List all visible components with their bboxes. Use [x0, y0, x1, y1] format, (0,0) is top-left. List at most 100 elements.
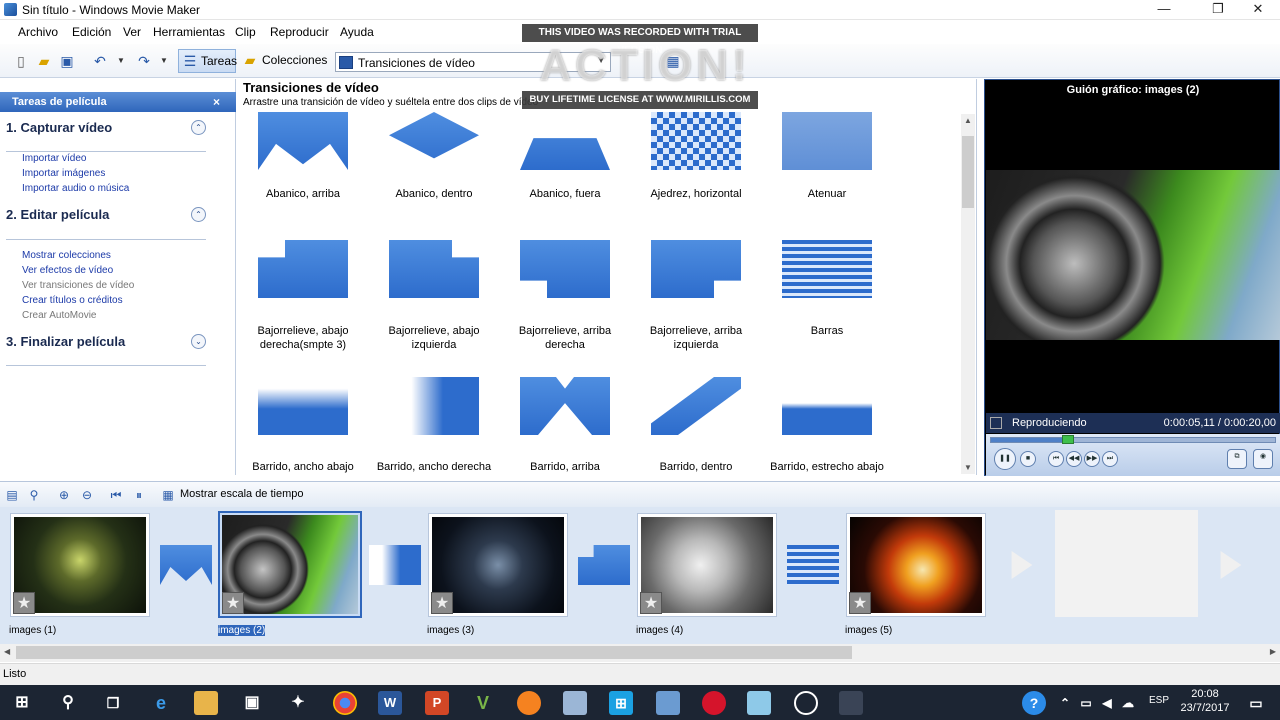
menu-reproducir[interactable]: Reproducir — [270, 25, 329, 39]
scroll-down-icon[interactable]: ▼ — [961, 463, 975, 472]
new-project-icon[interactable]: ▯ — [13, 53, 29, 69]
redo-dropdown-icon[interactable]: ▼ — [156, 53, 172, 69]
link-create-titles[interactable]: Crear títulos o créditos — [22, 295, 123, 306]
seek-thumb[interactable] — [1061, 435, 1074, 444]
rewind-storyboard-icon[interactable]: ⏮ — [109, 488, 123, 502]
horizontal-scrollbar[interactable]: ◀ ▶ — [0, 644, 1280, 662]
movie-maker-taskbar-icon[interactable] — [839, 691, 863, 715]
menu-edicion[interactable]: Edición — [72, 25, 111, 39]
maximize-button[interactable]: ❐ — [1200, 0, 1236, 20]
storyboard-clip[interactable]: ★ — [637, 513, 777, 617]
transition-slot[interactable] — [787, 545, 839, 585]
rewind-icon[interactable]: ◀◀ — [1066, 451, 1082, 467]
vertical-scrollbar[interactable]: ▲ ▼ — [961, 114, 975, 474]
link-import-images[interactable]: Importar imágenes — [22, 168, 105, 179]
previous-frame-icon[interactable]: ⏮ — [1048, 451, 1064, 467]
seek-bar[interactable] — [990, 435, 1276, 444]
open-project-icon[interactable]: ▰ — [36, 53, 52, 69]
narrate-icon[interactable]: ▤ — [5, 488, 19, 502]
empty-transition-slot[interactable] — [1220, 551, 1242, 579]
collapse-icon[interactable]: ⌃ — [191, 120, 206, 135]
app-circle-icon[interactable] — [794, 691, 818, 715]
chrome-icon[interactable] — [333, 691, 357, 715]
transition-thumb[interactable] — [651, 112, 741, 170]
transition-thumb[interactable] — [782, 377, 872, 435]
zoom-in-icon[interactable]: ⊕ — [57, 488, 71, 502]
empty-clip-slot[interactable] — [1055, 510, 1198, 617]
audio-levels-icon[interactable]: ⚲ — [27, 488, 41, 502]
fullscreen-icon[interactable] — [990, 417, 1002, 429]
transition-slot[interactable] — [160, 545, 212, 585]
edge-icon[interactable]: e — [149, 691, 173, 715]
record-app-icon[interactable] — [702, 691, 726, 715]
play-storyboard-icon[interactable]: ⏸ — [132, 488, 146, 502]
redo-icon[interactable]: ↷ — [136, 53, 152, 69]
scroll-thumb[interactable] — [962, 136, 974, 208]
snapshot-icon[interactable]: ◉ — [1253, 449, 1273, 469]
app-v-icon[interactable]: V — [471, 691, 495, 715]
expand-icon[interactable]: ⌄ — [191, 334, 206, 349]
clock[interactable]: 20:08 23/7/2017 — [1170, 687, 1240, 715]
link-show-collections[interactable]: Mostrar colecciones — [22, 250, 111, 261]
menu-archivo[interactable]: Archivo — [18, 25, 58, 39]
close-pane-icon[interactable]: × — [213, 92, 220, 112]
file-explorer-icon[interactable] — [194, 691, 218, 715]
transition-slot[interactable] — [578, 545, 630, 585]
link-import-audio[interactable]: Importar audio o música — [22, 183, 129, 194]
storyboard-clip[interactable]: ★ — [10, 513, 150, 617]
storyboard-clip[interactable]: ★ — [428, 513, 568, 617]
transition-slot[interactable] — [369, 545, 421, 585]
menu-ayuda[interactable]: Ayuda — [340, 25, 374, 39]
split-clip-icon[interactable]: ⧉ — [1227, 449, 1247, 469]
windows-start-icon[interactable]: ⊞ — [10, 691, 34, 715]
search-icon[interactable]: ⚲ — [56, 691, 80, 715]
app-pen-icon[interactable] — [747, 691, 771, 715]
stop-icon[interactable]: ■ — [1020, 451, 1036, 467]
show-timeline-label[interactable]: Mostrar escala de tiempo — [180, 488, 304, 500]
powerpoint-icon[interactable]: P — [425, 691, 449, 715]
windows-app-icon[interactable]: ⊞ — [609, 691, 633, 715]
undo-dropdown-icon[interactable]: ▼ — [113, 53, 129, 69]
transition-thumb[interactable] — [258, 377, 348, 435]
transition-thumb[interactable] — [389, 377, 479, 435]
empty-transition-slot[interactable] — [1011, 551, 1033, 579]
onedrive-icon[interactable]: ☁ — [1116, 691, 1140, 715]
menu-herramientas[interactable]: Herramientas — [153, 25, 225, 39]
save-project-icon[interactable]: ▣ — [59, 53, 75, 69]
forward-icon[interactable]: ▶▶ — [1084, 451, 1100, 467]
notifications-icon[interactable]: ▭ — [1244, 691, 1268, 715]
menu-ver[interactable]: Ver — [123, 25, 141, 39]
scroll-thumb[interactable] — [16, 646, 852, 659]
collapse-icon[interactable]: ⌃ — [191, 207, 206, 222]
storyboard-clip[interactable]: ★ — [846, 513, 986, 617]
close-button[interactable]: ✕ — [1240, 0, 1276, 20]
link-view-effects[interactable]: Ver efectos de vídeo — [22, 265, 113, 276]
storyboard-clip-selected[interactable]: ★ — [218, 511, 362, 618]
section-capture-title[interactable]: 1. Capturar vídeo — [6, 120, 112, 135]
scroll-up-icon[interactable]: ▲ — [961, 116, 975, 125]
scroll-left-icon[interactable]: ◀ — [4, 647, 10, 656]
next-frame-icon[interactable]: ⏭ — [1102, 451, 1118, 467]
minimize-button[interactable]: — — [1146, 0, 1182, 20]
section-finish-title[interactable]: 3. Finalizar película — [6, 334, 125, 349]
tareas-button[interactable]: ☰ Tareas — [178, 49, 237, 73]
transition-thumb[interactable] — [782, 240, 872, 298]
app-csv-icon[interactable] — [656, 691, 680, 715]
pause-icon[interactable]: ❚❚ — [994, 448, 1016, 470]
language-indicator[interactable]: ESP — [1149, 695, 1169, 706]
transition-thumb[interactable] — [782, 112, 872, 170]
zoom-out-icon[interactable]: ⊖ — [80, 488, 94, 502]
timeline-icon[interactable]: ▦ — [161, 488, 175, 502]
help-icon[interactable]: ? — [1022, 691, 1046, 715]
store-icon[interactable]: ▣ — [240, 691, 264, 715]
task-view-icon[interactable]: ❐ — [101, 691, 125, 715]
section-edit-title[interactable]: 2. Editar película — [6, 207, 109, 222]
scroll-right-icon[interactable]: ▶ — [1270, 647, 1276, 656]
colecciones-button[interactable]: ▰ Colecciones — [240, 49, 328, 73]
word-icon[interactable]: W — [378, 691, 402, 715]
menu-clip[interactable]: Clip — [235, 25, 256, 39]
undo-icon[interactable]: ↶ — [92, 53, 108, 69]
link-import-video[interactable]: Importar vídeo — [22, 153, 86, 164]
dropbox-icon[interactable]: ✦ — [286, 691, 310, 715]
app-window-icon[interactable] — [563, 691, 587, 715]
